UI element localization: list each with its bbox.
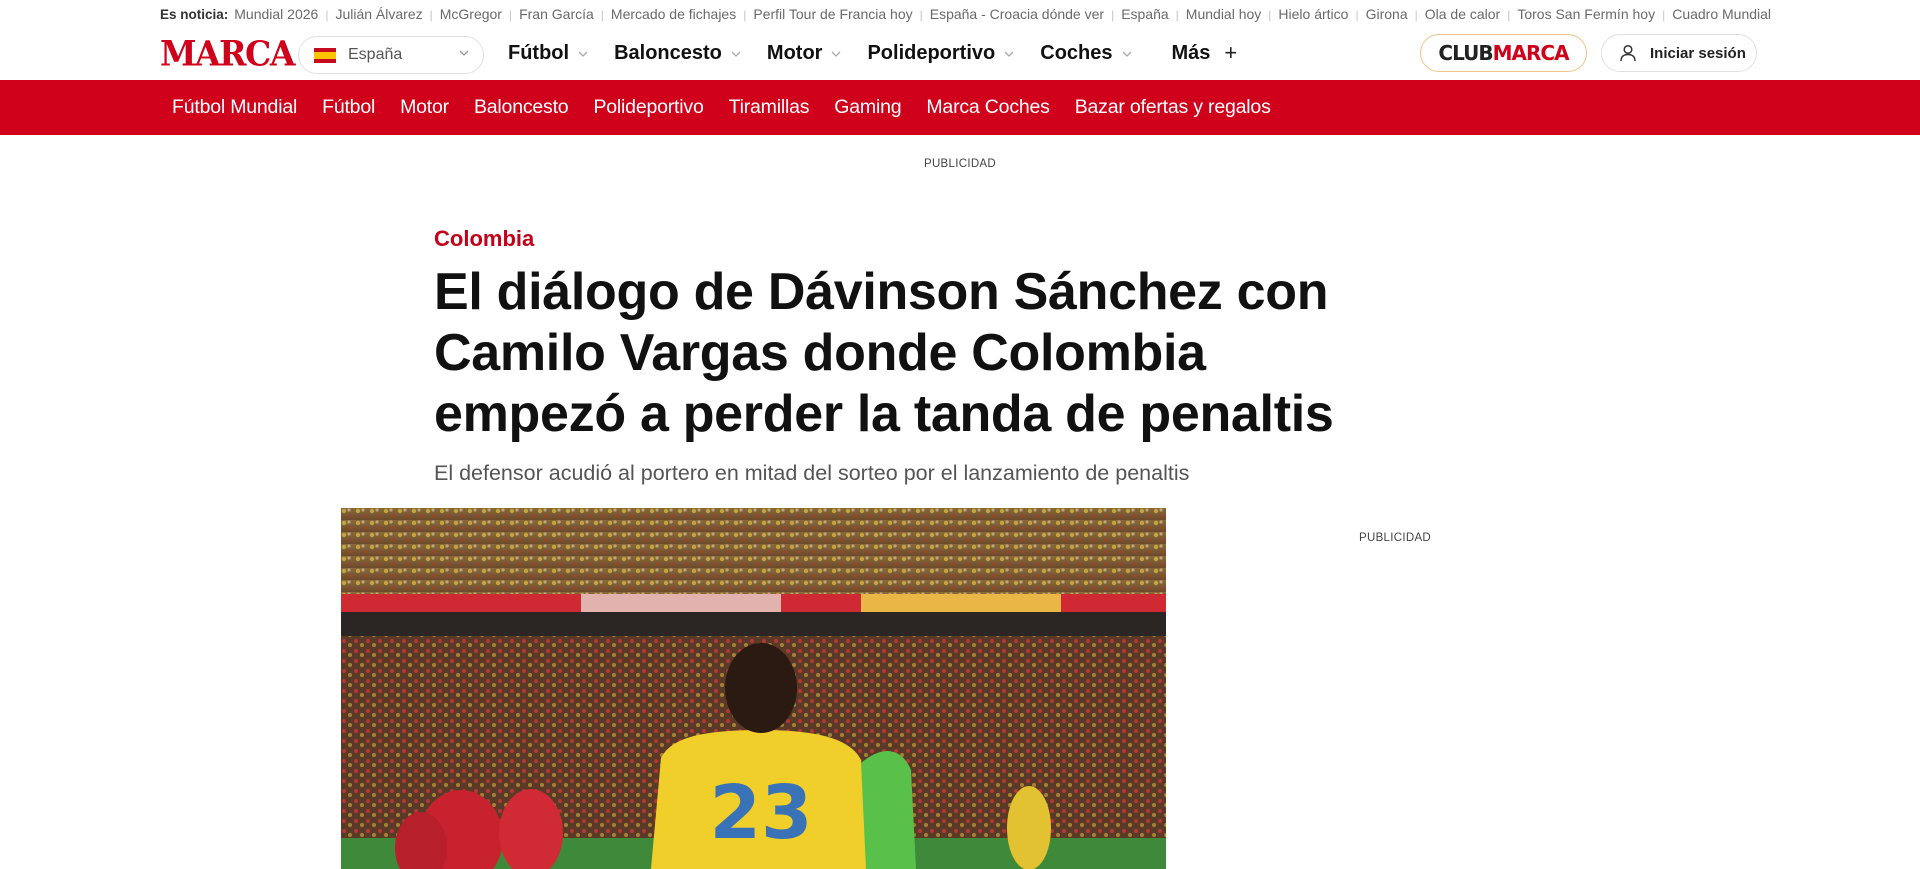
article-video[interactable]: 23	[341, 508, 1166, 869]
main-nav: Fútbol Baloncesto Motor Polideportivo Co…	[508, 26, 1237, 80]
edition-label: España	[348, 46, 403, 63]
trending-link[interactable]: España - Croacia dónde ver	[930, 6, 1104, 22]
trending-link[interactable]: McGregor	[440, 6, 502, 22]
article-header: Colombia El diálogo de Dávinson Sánchez …	[434, 226, 1364, 486]
trending-separator: |	[1507, 8, 1511, 22]
trending-link[interactable]: Girona	[1366, 6, 1408, 22]
user-icon	[1620, 44, 1636, 62]
club-marca-part1: CLUB	[1438, 41, 1493, 65]
ad-label-side: PUBLICIDAD	[1359, 532, 1432, 544]
section-nav-item[interactable]: Marca Coches	[926, 96, 1050, 119]
trending-link[interactable]: Cuadro Mundial	[1672, 6, 1771, 22]
nav-more-button[interactable]: Más +	[1172, 40, 1238, 66]
section-nav-item[interactable]: Tiramillas	[729, 96, 810, 119]
trending-separator: |	[1111, 8, 1115, 22]
nav-label: Coches	[1040, 41, 1113, 64]
trending-separator: |	[600, 8, 604, 22]
trending-lead: Es noticia:	[160, 6, 229, 22]
trending-separator: |	[508, 8, 513, 22]
nav-item-futbol[interactable]: Fútbol	[508, 42, 588, 65]
trending-list: Mundial 2026 | Julián Álvarez | McGregor | Fra…	[234, 6, 1771, 22]
nav-more-label: Más	[1171, 41, 1211, 64]
trending-bar: Es noticia: Mundial 2026 | Julián Álvarez |…	[160, 5, 1771, 23]
chevron-down-icon	[831, 51, 841, 57]
nav-label: Baloncesto	[614, 41, 722, 64]
trending-separator: |	[919, 8, 923, 22]
login-button[interactable]: Iniciar sesión	[1601, 34, 1757, 72]
club-marca-button[interactable]: CLUB MARCA	[1420, 34, 1587, 72]
section-nav-item[interactable]: Baloncesto	[474, 96, 569, 119]
nav-item-motor[interactable]: Motor	[767, 42, 842, 65]
main-header: MARCA España Fútbol Baloncesto Motor Pol…	[0, 26, 1920, 80]
trending-link[interactable]: Fran García	[519, 6, 594, 22]
spain-flag-icon	[314, 47, 336, 63]
nav-label: Motor	[766, 41, 823, 64]
marca-logo[interactable]: MARCA	[160, 32, 295, 74]
chevron-down-icon	[1004, 51, 1014, 57]
trending-link[interactable]: España	[1121, 6, 1168, 22]
club-marca-part2: MARCA	[1492, 41, 1570, 65]
trending-link[interactable]: Mundial hoy	[1186, 6, 1262, 22]
trending-link[interactable]: Ola de calor	[1425, 6, 1500, 22]
trending-link[interactable]: Mundial 2026	[234, 6, 318, 22]
article-headline: El diálogo de Dávinson Sánchez con Camil…	[434, 263, 1334, 443]
login-label: Iniciar sesión	[1650, 44, 1746, 62]
nav-label: Polideportivo	[867, 41, 996, 64]
trending-separator: |	[1175, 8, 1179, 22]
trending-separator: |	[429, 8, 433, 22]
chevron-down-icon	[459, 50, 469, 56]
edition-selector[interactable]: España	[298, 36, 484, 74]
section-nav-item[interactable]: Polideportivo	[593, 96, 703, 119]
article-kicker[interactable]: Colombia	[434, 226, 1364, 252]
section-nav-item[interactable]: Fútbol	[322, 96, 375, 119]
trending-separator: |	[1414, 8, 1418, 22]
nav-label: Fútbol	[508, 41, 570, 64]
article-subtitle: El defensor acudió al portero en mitad d…	[434, 461, 1190, 485]
trending-separator: |	[1355, 8, 1359, 22]
nav-item-polideportivo[interactable]: Polideportivo	[867, 42, 1014, 65]
nav-item-coches[interactable]: Coches	[1040, 42, 1131, 65]
trending-separator: |	[743, 8, 747, 22]
trending-link[interactable]: Mercado de fichajes	[611, 6, 736, 22]
trending-link[interactable]: Hielo ártico	[1278, 6, 1348, 22]
chevron-down-icon	[1122, 51, 1131, 57]
plus-icon: +	[1224, 40, 1238, 65]
trending-separator: |	[325, 8, 329, 22]
chevron-down-icon	[731, 51, 741, 57]
trending-separator: |	[1268, 8, 1272, 22]
section-nav-item[interactable]: Motor	[400, 96, 449, 119]
section-nav-item[interactable]: Bazar ofertas y regalos	[1075, 96, 1271, 119]
trending-link[interactable]: Perfil Tour de Francia hoy	[753, 6, 912, 22]
chevron-down-icon	[578, 51, 588, 57]
trending-separator: |	[1662, 8, 1666, 22]
trending-link[interactable]: Julián Álvarez	[335, 6, 422, 22]
logo-text: MARCA	[160, 32, 295, 74]
trending-link[interactable]: Toros San Fermín hoy	[1517, 6, 1655, 22]
section-nav: Fútbol Mundial Fútbol Motor Baloncesto Polid…	[0, 80, 1920, 135]
section-nav-item[interactable]: Gaming	[834, 96, 901, 119]
section-nav-item[interactable]: Fútbol Mundial	[172, 96, 297, 119]
video-frame-image: 23	[341, 508, 1166, 869]
ad-label-top: PUBLICIDAD	[923, 158, 997, 170]
nav-item-baloncesto[interactable]: Baloncesto	[614, 42, 741, 65]
svg-text:23: 23	[710, 770, 813, 856]
